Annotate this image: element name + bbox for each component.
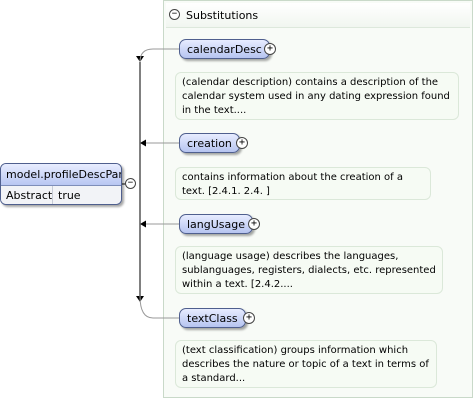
model-property-row: Abstract true [1, 186, 121, 204]
property-value: true [58, 189, 81, 202]
description-langUsage: (language usage) describes the languages… [175, 246, 443, 294]
expand-icon[interactable]: + [248, 218, 260, 230]
group-collapse-icon[interactable]: − [125, 178, 136, 189]
description-textClass: (text classification) groups information… [175, 340, 437, 388]
expand-icon[interactable]: + [264, 43, 276, 55]
model-group-box[interactable]: model.profileDescPart Abstract true [0, 163, 122, 205]
element-calendarDesc[interactable]: calendarDesc [179, 39, 270, 59]
expand-icon[interactable]: + [236, 137, 248, 149]
arrow-right-icon [140, 220, 146, 228]
description-creation: contains information about the creation … [175, 167, 431, 200]
expand-icon[interactable]: + [243, 312, 255, 324]
element-textClass[interactable]: textClass [179, 308, 246, 328]
model-name: model.profileDescPart [1, 164, 121, 186]
element-creation[interactable]: creation [179, 133, 240, 153]
description-calendarDesc: (calendar description) contains a descri… [175, 72, 459, 120]
property-label: Abstract [1, 186, 53, 204]
element-langUsage[interactable]: langUsage [179, 214, 254, 234]
arrow-right-icon [140, 139, 146, 147]
